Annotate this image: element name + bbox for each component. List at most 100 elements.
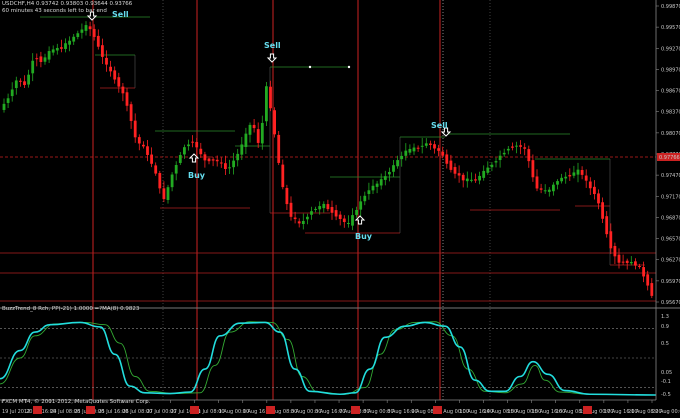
candle (584, 175, 588, 181)
chart-window[interactable]: Sell Buy Sell Buy Sell 0.99870 0.99570 0.99270… (0, 0, 680, 418)
price-tick-label: 0.96870 (661, 215, 680, 221)
candle (35, 58, 39, 60)
candle (191, 141, 194, 143)
indicator-info: BuzzTrend_8 Rch, PP(-21) 1.0000 =?MA(8) … (2, 306, 140, 312)
current-price-tag: 0.97766 (657, 153, 680, 161)
candle (625, 260, 629, 264)
price-tick-label: 0.98670 (661, 89, 680, 95)
candle (646, 274, 650, 286)
candle (511, 146, 514, 148)
candle (601, 202, 604, 219)
candle (539, 188, 543, 190)
candle (174, 165, 178, 174)
osc-tick-label: -0.5 (661, 392, 671, 398)
candle (80, 29, 84, 33)
candle (593, 186, 596, 195)
candle (650, 283, 654, 296)
signal-label: Buy (188, 171, 206, 180)
candle (211, 159, 215, 161)
price-tick-label: 0.95670 (661, 300, 680, 306)
candle (236, 153, 240, 161)
candle (338, 214, 342, 220)
candle (572, 172, 576, 176)
candle (621, 261, 625, 263)
candle (347, 222, 350, 224)
candle (638, 265, 641, 267)
candle (617, 254, 621, 263)
price-chart[interactable]: Sell Buy Sell Buy Sell 0.99870 0.99570 0.99270… (0, 0, 680, 418)
candle (68, 40, 71, 45)
candle (92, 28, 96, 37)
candle (396, 160, 399, 167)
price-tick-label: 0.99570 (661, 25, 680, 31)
candle (187, 144, 190, 147)
separator-marker (433, 406, 442, 414)
candle (470, 179, 473, 181)
price-tick-label: 0.98970 (661, 67, 680, 73)
candle (96, 35, 100, 47)
current-price-label: 0.97766 (659, 155, 680, 161)
candle (137, 137, 141, 144)
candle (158, 173, 162, 189)
candle (318, 206, 322, 210)
candle (560, 177, 563, 182)
signal-label: Sell (431, 121, 448, 130)
candle (580, 170, 584, 175)
candle (289, 202, 293, 217)
candle (260, 122, 264, 144)
candle (355, 209, 358, 215)
candle (457, 173, 461, 176)
candle (215, 159, 219, 162)
candle (449, 160, 453, 170)
bar-timer: 60 minutes 43 seconds left to bar end (2, 8, 107, 14)
price-tick-label: 0.96570 (661, 237, 680, 243)
candle (519, 145, 522, 147)
candle (543, 190, 547, 192)
candle (342, 218, 346, 223)
candle (334, 210, 338, 217)
candle (117, 77, 121, 87)
candle (613, 246, 617, 257)
price-tick-label: 0.99870 (661, 4, 680, 10)
candle (515, 145, 518, 147)
candle (293, 217, 297, 220)
candle (404, 150, 408, 156)
candle (465, 178, 469, 182)
signal-sell: Sell (264, 41, 281, 63)
symbol-info: USDCHF,H4 0.93742 0.93803 0.93644 0.9376… (2, 1, 133, 7)
candle (19, 80, 22, 82)
candle (133, 120, 137, 138)
candle (478, 175, 481, 181)
candle (605, 216, 609, 235)
candle (125, 92, 129, 106)
candle (23, 81, 26, 86)
candle (420, 145, 424, 147)
candle (408, 148, 412, 153)
candle (113, 70, 117, 80)
candle (252, 124, 256, 129)
candle (27, 74, 30, 85)
candle (429, 143, 432, 145)
candle (232, 160, 235, 168)
candle (72, 36, 76, 42)
candle (535, 176, 539, 189)
copyright-text: FXCM MT4, © 2001-2012, MetaQuotes Softwa… (2, 399, 151, 405)
candle (412, 147, 416, 152)
candle (51, 49, 55, 53)
price-tick-label: 0.96270 (661, 258, 680, 264)
candle (445, 154, 449, 164)
candle (576, 169, 580, 175)
down-arrow-icon (266, 53, 278, 63)
candle (486, 167, 490, 173)
candle (490, 164, 494, 168)
signal-label: Sell (264, 41, 281, 50)
candle (256, 129, 260, 143)
level-dot (347, 65, 351, 69)
date-tick-label: 22 Aug 00:00 (652, 409, 680, 415)
candle (285, 187, 289, 205)
candle (642, 267, 645, 277)
candle (363, 195, 367, 202)
candle (314, 208, 317, 210)
candle (564, 176, 568, 179)
candle (437, 148, 440, 151)
